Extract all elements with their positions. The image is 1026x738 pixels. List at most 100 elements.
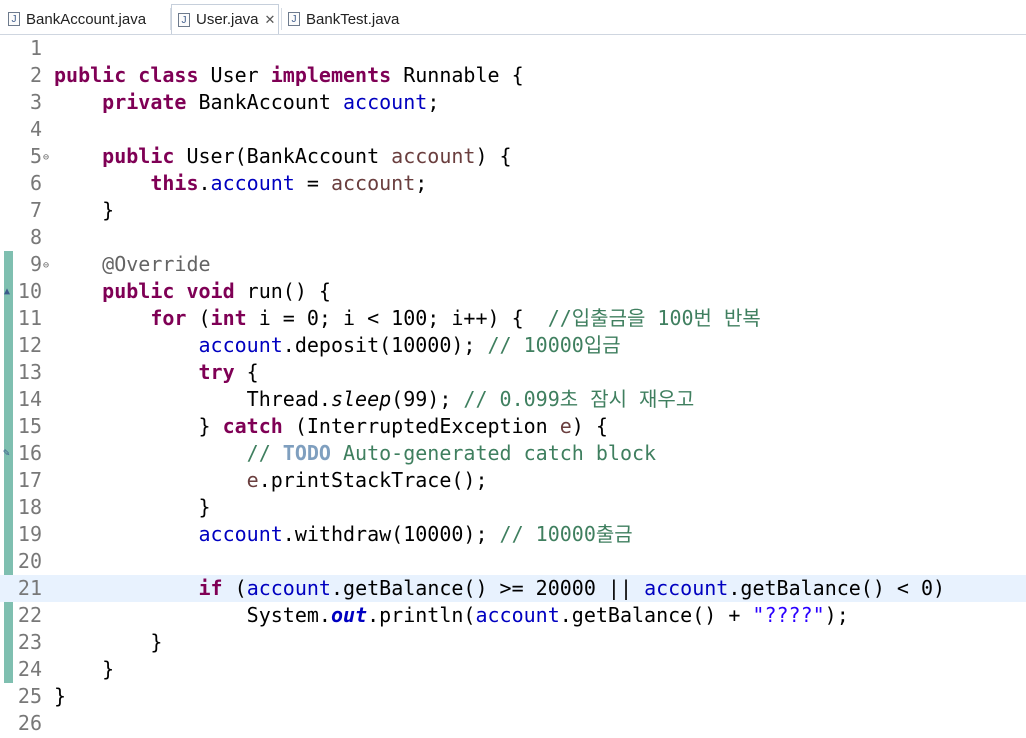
line-number: 15 (17, 414, 42, 438)
line-number: 8 (29, 225, 42, 249)
code-token: ; (427, 90, 440, 114)
line-number: 25 (17, 684, 42, 708)
code-line[interactable]: 5 ⊖ public User(BankAccount account) { (0, 143, 1026, 170)
code-token: account (198, 522, 283, 546)
code-token: . (198, 171, 211, 195)
code-token: } (54, 684, 67, 708)
code-text: @Override (54, 251, 211, 278)
code-line[interactable]: 4 (0, 116, 1026, 143)
code-token: User (198, 63, 271, 87)
code-line[interactable]: 8 (0, 224, 1026, 251)
code-line[interactable]: 1 (0, 35, 1026, 62)
code-line[interactable]: 3 private BankAccount account; (0, 89, 1026, 116)
line-number: 17 (17, 468, 42, 492)
code-token: implements (270, 63, 392, 87)
code-token: public (102, 144, 175, 168)
code-token: System. (54, 603, 331, 627)
code-token: private (102, 90, 187, 114)
code-token: run() { (234, 279, 331, 303)
code-line[interactable]: 23 } (0, 629, 1026, 656)
code-token: if (198, 576, 223, 600)
close-tab-icon[interactable]: ✕ (265, 12, 276, 28)
java-file-icon: J (288, 12, 300, 26)
code-token: out (330, 603, 368, 627)
code-line[interactable]: 21 if (account.getBalance() >= 20000 || … (0, 575, 1026, 602)
code-line[interactable]: 18 } (0, 494, 1026, 521)
code-line[interactable]: 14 Thread.sleep(99); // 0.099초 잠시 재우고 (0, 386, 1026, 413)
code-line[interactable]: 24 } (0, 656, 1026, 683)
code-token: Runnable { (391, 63, 524, 87)
tab-banktest-java[interactable]: J BankTest.java (282, 4, 412, 34)
fold-collapse-icon[interactable]: ⊖ (43, 261, 49, 271)
fold-collapse-icon[interactable]: ⊖ (43, 153, 49, 163)
code-line[interactable]: 17 e.printStackTrace(); (0, 467, 1026, 494)
code-token: { (234, 360, 259, 384)
code-line[interactable]: 12 account.deposit(10000); // 10000입금 (0, 332, 1026, 359)
code-token: ( (186, 306, 211, 330)
line-number: 16 (17, 441, 42, 465)
code-text: // TODO Auto-generated catch block (54, 440, 656, 467)
code-token: for (150, 306, 187, 330)
line-number: 2 (29, 63, 42, 87)
code-token: Thread. (54, 387, 331, 411)
code-line[interactable]: 10 ▲ public void run() { (0, 278, 1026, 305)
code-token: .printStackTrace(); (258, 468, 488, 492)
code-text: } (54, 656, 114, 683)
code-line[interactable]: 2 public class User implements Runnable { (0, 62, 1026, 89)
code-line[interactable]: 20 (0, 548, 1026, 575)
line-number: 9 (29, 252, 42, 276)
line-number: 12 (17, 333, 42, 357)
code-text: try { (54, 359, 259, 386)
code-token: public (54, 63, 127, 87)
line-number: 22 (17, 603, 42, 627)
code-line[interactable]: 22 System.out.println(account.getBalance… (0, 602, 1026, 629)
code-token: .println( (367, 603, 476, 627)
code-token: e (559, 414, 572, 438)
code-token: @Override (102, 252, 211, 276)
code-line[interactable]: 11 for (int i = 0; i < 100; i++) { //입출금… (0, 305, 1026, 332)
line-number: 11 (17, 306, 42, 330)
code-editor[interactable]: 1 2 public class User implements Runnable … (0, 35, 1026, 738)
code-token: sleep (330, 387, 392, 411)
line-number: 19 (17, 522, 42, 546)
tab-label: User.java (196, 11, 259, 28)
task-marker-icon[interactable]: ✎ (3, 446, 10, 459)
code-line[interactable]: 16 ✎ // TODO Auto-generated catch block (0, 440, 1026, 467)
code-token: account (343, 90, 428, 114)
override-marker-icon[interactable]: ▲ (4, 286, 10, 297)
code-token: account (246, 576, 331, 600)
code-text: System.out.println(account.getBalance() … (54, 602, 849, 629)
code-text: this.account = account; (54, 170, 427, 197)
code-line[interactable]: 25} (0, 683, 1026, 710)
code-token: .getBalance() < 0) (728, 576, 946, 600)
code-line[interactable]: 6 this.account = account; (0, 170, 1026, 197)
line-number: 1 (29, 36, 42, 60)
code-token: BankAccount (186, 90, 344, 114)
code-line[interactable]: 9 ⊖ @Override (0, 251, 1026, 278)
code-line[interactable]: 7 } (0, 197, 1026, 224)
code-text: public class User implements Runnable { (54, 62, 524, 89)
code-line[interactable]: 19 account.withdraw(10000); // 10000출금 (0, 521, 1026, 548)
java-file-icon: J (178, 12, 190, 27)
code-token: .getBalance() >= 20000 || (330, 576, 645, 600)
tab-user-java[interactable]: J User.java ✕ (171, 4, 279, 34)
tab-bankaccount-java[interactable]: J BankAccount.java (2, 4, 168, 34)
code-token: int (210, 306, 247, 330)
code-line[interactable]: 13 try { (0, 359, 1026, 386)
code-token: Auto-generated catch block (330, 441, 657, 465)
code-text: Thread.sleep(99); // 0.099초 잠시 재우고 (54, 386, 695, 413)
code-token: "????" (752, 603, 825, 627)
code-line[interactable]: 15 } catch (InterruptedException e) { (0, 413, 1026, 440)
code-line[interactable]: 26 (0, 710, 1026, 737)
code-token: // 10000출금 (499, 522, 633, 546)
code-text: for (int i = 0; i < 100; i++) { //입출금을 1… (54, 305, 760, 332)
line-number: 24 (17, 657, 42, 681)
code-token: i = 0; i < 100; i++) { (246, 306, 548, 330)
code-token: this (150, 171, 199, 195)
